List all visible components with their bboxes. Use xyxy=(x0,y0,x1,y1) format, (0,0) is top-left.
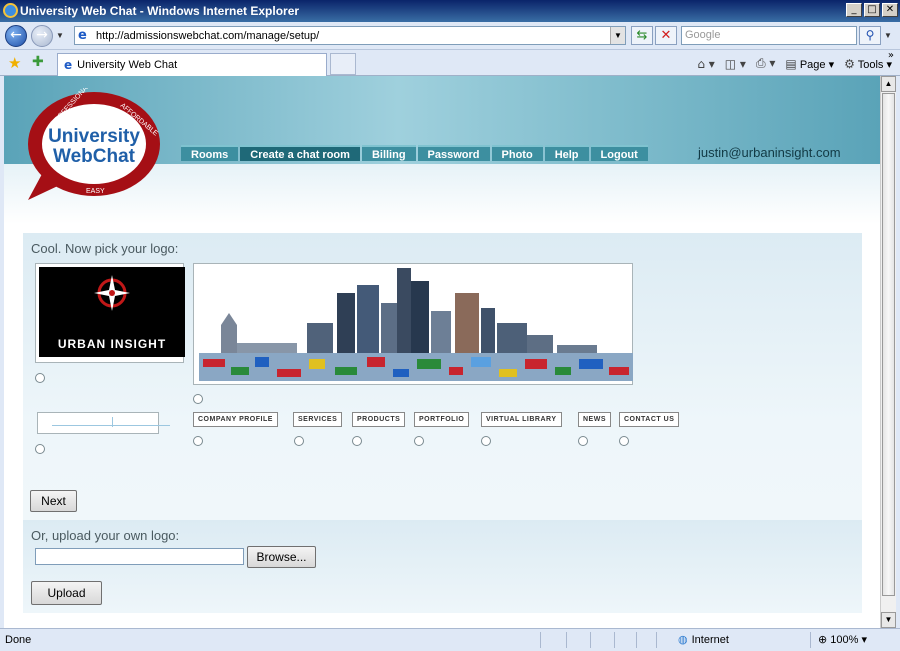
browse-button[interactable]: Browse... xyxy=(247,546,316,568)
home-icon[interactable]: ⌂ ▾ xyxy=(697,57,714,71)
university-webchat-logo[interactable]: University WebChat PROFESSIONAL AFFORDAB… xyxy=(24,88,164,206)
feeds-icon[interactable]: ◫ ▾ xyxy=(725,57,746,71)
security-zone[interactable]: ◍ Internet xyxy=(678,633,729,646)
scroll-up-icon[interactable]: ▲ xyxy=(881,76,896,92)
main-nav: Rooms Create a chat room Billing Passwor… xyxy=(181,145,648,161)
status-text: Done xyxy=(5,634,32,646)
logo-option-blank[interactable] xyxy=(37,412,170,434)
mini-button-products[interactable]: PRODUCTS xyxy=(352,412,406,427)
status-divider xyxy=(540,632,541,648)
ie-page-icon: e xyxy=(64,58,73,72)
radio-news[interactable] xyxy=(578,436,588,446)
radio-company-profile[interactable] xyxy=(193,436,203,446)
history-dropdown-icon[interactable]: ▼ xyxy=(56,31,64,40)
logo-ring-bottom: EASY xyxy=(86,188,105,195)
close-button[interactable]: ✕ xyxy=(882,3,898,17)
urban-insight-logo-image: URBAN INSIGHT xyxy=(39,267,185,357)
zoom-icon: ⊕ xyxy=(818,633,828,646)
search-icon[interactable]: ⚲ xyxy=(859,26,881,45)
status-divider xyxy=(566,632,567,648)
print-icon[interactable]: ⎙ ▾ xyxy=(756,56,775,71)
status-divider xyxy=(656,632,657,648)
nav-logout[interactable]: Logout xyxy=(590,145,648,161)
address-bar[interactable]: e http://admissionswebchat.com/manage/se… xyxy=(74,26,626,45)
status-divider xyxy=(636,632,637,648)
nav-create-chat-room[interactable]: Create a chat room xyxy=(240,145,360,161)
zoom-level: 100% xyxy=(830,634,859,646)
mini-button-company-profile[interactable]: COMPANY PROFILE xyxy=(193,412,278,427)
zoom-control[interactable]: ⊕ 100% ▾ xyxy=(818,633,867,646)
page-menu[interactable]: ▤ Page ▾ xyxy=(785,57,834,71)
radio-blank[interactable] xyxy=(35,444,45,454)
upload-button[interactable]: Upload xyxy=(31,581,102,605)
nav-billing[interactable]: Billing xyxy=(361,145,416,161)
radio-urban-insight[interactable] xyxy=(35,373,45,383)
tab-row: ★ ✚ e University Web Chat ⌂ ▾ ◫ ▾ ⎙ ▾ ▤ … xyxy=(0,50,900,76)
nav-photo[interactable]: Photo xyxy=(491,145,543,161)
compass-icon xyxy=(94,275,130,311)
address-dropdown-icon[interactable]: ▼ xyxy=(610,27,625,44)
radio-contact-us[interactable] xyxy=(619,436,629,446)
new-tab-button[interactable] xyxy=(330,53,356,75)
radio-services[interactable] xyxy=(294,436,304,446)
minimize-button[interactable]: _ xyxy=(846,3,862,17)
urban-insight-text: URBAN INSIGHT xyxy=(57,337,167,351)
ie-icon xyxy=(3,3,18,18)
pick-logo-heading: Cool. Now pick your logo: xyxy=(31,241,179,256)
favorites-star-icon[interactable]: ★ xyxy=(8,54,21,72)
zone-label: Internet xyxy=(691,633,729,646)
radio-skyline[interactable] xyxy=(193,394,203,404)
city-skyline-image xyxy=(199,268,633,381)
scroll-thumb[interactable] xyxy=(882,93,895,596)
status-divider xyxy=(614,632,615,648)
mini-button-virtual-library[interactable]: VIRTUAL LIBRARY xyxy=(481,412,562,427)
logo-line2: WebChat xyxy=(53,146,136,167)
status-divider xyxy=(590,632,591,648)
user-email: justin@urbaninsight.com xyxy=(698,145,841,160)
search-dropdown-icon[interactable]: ▼ xyxy=(884,31,892,40)
page-icon: ▤ xyxy=(785,56,797,71)
mini-button-portfolio[interactable]: PORTFOLIO xyxy=(414,412,470,427)
forward-button[interactable]: → xyxy=(31,25,53,47)
back-button[interactable]: ← xyxy=(5,25,27,47)
window-title: University Web Chat - Windows Internet E… xyxy=(20,4,300,18)
blank-logo-line xyxy=(52,425,170,426)
next-button[interactable]: Next xyxy=(30,490,77,512)
logo-line1: University xyxy=(48,126,140,147)
tab-university-web-chat[interactable]: e University Web Chat xyxy=(57,53,327,76)
refresh-button[interactable]: ⇆ xyxy=(631,26,653,45)
page-viewport: University WebChat PROFESSIONAL AFFORDAB… xyxy=(4,76,880,628)
search-input[interactable]: Google xyxy=(681,26,857,45)
upload-heading: Or, upload your own logo: xyxy=(31,528,180,543)
nav-password[interactable]: Password xyxy=(417,145,490,161)
blank-logo-tick xyxy=(112,417,113,427)
address-row: ← → ▼ e http://admissionswebchat.com/man… xyxy=(0,22,900,50)
nav-help[interactable]: Help xyxy=(544,145,589,161)
address-url[interactable]: http://admissionswebchat.com/manage/setu… xyxy=(96,30,319,42)
radio-portfolio[interactable] xyxy=(414,436,424,446)
mini-button-news[interactable]: NEWS xyxy=(578,412,611,427)
globe-icon: ◍ xyxy=(678,633,688,646)
radio-products[interactable] xyxy=(352,436,362,446)
scroll-down-icon[interactable]: ▼ xyxy=(881,612,896,628)
mini-button-contact-us[interactable]: CONTACT US xyxy=(619,412,680,427)
window-frame-right xyxy=(896,76,900,628)
radio-virtual-library[interactable] xyxy=(481,436,491,446)
tools-menu[interactable]: ⚙ Tools ▾ xyxy=(844,57,892,71)
add-favorite-icon[interactable]: ✚ xyxy=(32,54,44,70)
file-path-input[interactable] xyxy=(35,548,244,565)
stop-button[interactable]: ✕ xyxy=(655,26,677,45)
gear-icon: ⚙ xyxy=(844,56,855,71)
more-commands-icon[interactable]: » xyxy=(888,50,894,61)
status-bar: Done ◍ Internet ⊕ 100% ▾ xyxy=(0,628,900,651)
maximize-button[interactable]: □ xyxy=(864,3,880,17)
nav-rooms[interactable]: Rooms xyxy=(181,145,239,161)
status-divider xyxy=(810,632,811,648)
ie-page-icon: e xyxy=(78,27,87,43)
window-titlebar: University Web Chat - Windows Internet E… xyxy=(0,0,900,22)
vertical-scrollbar[interactable]: ▲ ▼ xyxy=(880,76,896,628)
mini-button-services[interactable]: SERVICES xyxy=(293,412,343,427)
tab-label: University Web Chat xyxy=(77,59,178,71)
